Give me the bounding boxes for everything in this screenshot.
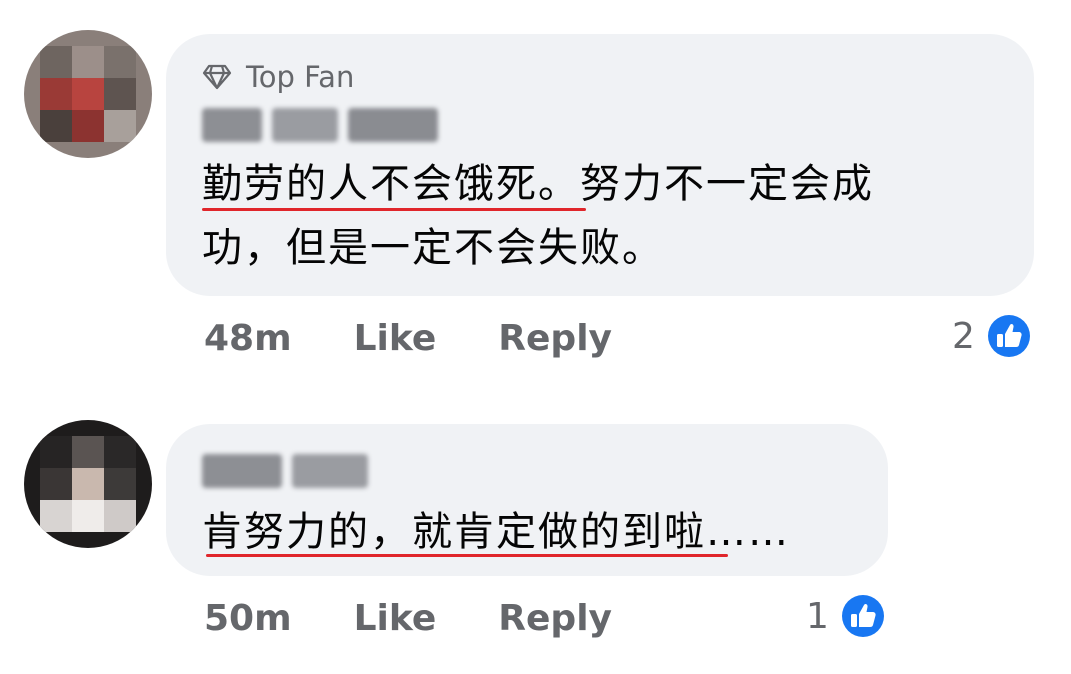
comment-bubble: Top Fan 勤劳的人不会饿死。努力不一定会成 功，但是一定不会失败。 — [166, 34, 1034, 296]
comment-text-line-1: 勤劳的人不会饿死。努力不一定会成 — [202, 152, 874, 216]
avatar[interactable] — [24, 420, 152, 548]
comment-text-underlined: 肯努力的，就肯定做的到 — [202, 509, 664, 555]
diamond-icon — [202, 64, 232, 90]
avatar[interactable] — [24, 30, 152, 158]
red-underline — [202, 208, 586, 211]
reply-button[interactable]: Reply — [498, 598, 612, 639]
reply-button[interactable]: Reply — [498, 318, 612, 359]
reaction-count: 1 — [806, 595, 829, 637]
author-name-redacted[interactable] — [202, 108, 448, 142]
timestamp[interactable]: 50m — [204, 598, 292, 639]
author-name-redacted[interactable] — [202, 454, 378, 488]
comment-1: Top Fan 勤劳的人不会饿死。努力不一定会成 功，但是一定不会失败。 48m… — [0, 0, 1071, 380]
comment-actions: 48m Like Reply — [204, 318, 612, 359]
thumbs-up-icon — [985, 313, 1032, 359]
top-fan-badge: Top Fan — [202, 60, 354, 94]
timestamp[interactable]: 48m — [204, 318, 292, 359]
comment-text-line-2: 功，但是一定不会失败。 — [202, 225, 664, 271]
like-button[interactable]: Like — [354, 318, 437, 359]
comment-text-underlined: 勤劳的人不会饿死 — [202, 161, 538, 207]
badge-label: Top Fan — [246, 60, 355, 94]
comment-text-rest: 。努力不一定会成 — [538, 161, 874, 207]
reaction-summary[interactable]: 1 — [806, 592, 887, 640]
reaction-summary[interactable]: 2 — [952, 312, 1033, 360]
comment-text-rest: 啦…… — [664, 509, 790, 555]
comment-actions: 50m Like Reply — [204, 598, 612, 639]
like-button[interactable]: Like — [354, 598, 437, 639]
comment-text: 勤劳的人不会饿死。努力不一定会成 功，但是一定不会失败。 — [202, 152, 874, 280]
comment-2: 肯努力的，就肯定做的到啦…… 50m Like Reply 1 — [0, 400, 1071, 674]
reaction-count: 2 — [952, 315, 975, 357]
comment-bubble: 肯努力的，就肯定做的到啦…… — [166, 424, 888, 576]
red-underline — [206, 554, 728, 557]
thumbs-up-icon — [839, 593, 886, 639]
